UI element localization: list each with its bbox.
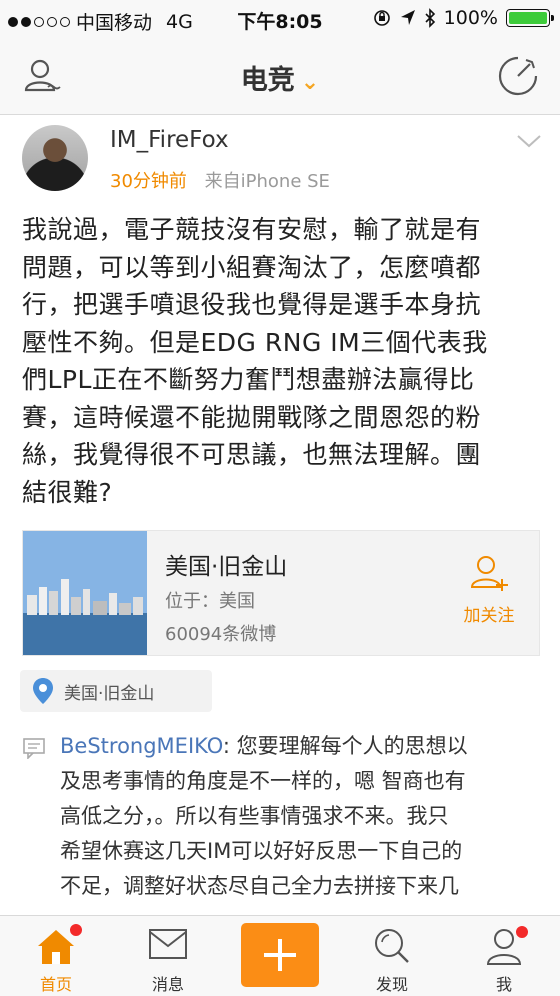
comment: BeStrongMEIKO: 您要理解每个人的思想以 及思考事情的角度是不一样的… bbox=[60, 729, 538, 904]
comment-line: 及思考事情的角度是不一样的，嗯 智商也有 bbox=[60, 769, 466, 793]
comment-line: BeStrongMEIKO: 您要理解每个人的思想以 bbox=[60, 729, 538, 764]
location-photo bbox=[23, 531, 147, 655]
post-body-line: 問題，可以等到小組賽淘汰了，怎麼噴都 bbox=[22, 252, 482, 282]
tab-bar: 首页 消息 发现 我 bbox=[0, 915, 560, 996]
tab-messages[interactable]: 消息 bbox=[112, 916, 224, 996]
post-body-line: 壓性不夠。但是EDG RNG IM三個代表我 bbox=[22, 327, 488, 357]
location-name: 美国·旧金山 bbox=[165, 554, 288, 580]
plus-icon bbox=[264, 939, 296, 971]
add-user-icon bbox=[470, 556, 508, 591]
location-arrow-icon bbox=[400, 10, 415, 25]
comment-line: 不足，调整好状态尽自己全力去拼接下来几 bbox=[60, 874, 459, 898]
tab-me-label: 我 bbox=[495, 975, 512, 994]
location-tag-label: 美国·旧金山 bbox=[64, 683, 155, 704]
follow-button[interactable]: 加关注 bbox=[453, 553, 525, 626]
compose-button[interactable] bbox=[241, 923, 319, 987]
page-title: 电竞 bbox=[240, 65, 295, 96]
post-username[interactable]: IM_FireFox bbox=[110, 127, 229, 153]
weibo-post: IM_FireFox 30分钟前 来自iPhone SE 我說過，電子競技沒有安… bbox=[0, 115, 560, 915]
post-source: 来自iPhone SE bbox=[204, 171, 330, 192]
post-body-line: 絲，我覺得很不可思議，也無法理解。團 bbox=[22, 440, 482, 469]
location-card[interactable]: 美国·旧金山 位于：美国 60094条微博 加关注 bbox=[22, 530, 540, 656]
post-body-line: 們LPL正在不斷努力奮鬥想盡辦法贏得比 bbox=[22, 365, 475, 394]
status-right: 100% bbox=[372, 7, 554, 29]
tab-home[interactable]: 首页 bbox=[0, 916, 112, 996]
comment-author[interactable]: BeStrongMEIKO bbox=[60, 734, 223, 758]
post-body-line: 我說過，電子競技沒有安慰，輸了就是有 bbox=[22, 215, 482, 244]
battery-icon bbox=[506, 9, 554, 27]
nav-bar: 电竞 ⌄ bbox=[0, 38, 560, 115]
notification-badge bbox=[514, 924, 530, 940]
chevron-down-icon[interactable] bbox=[516, 133, 542, 149]
search-icon bbox=[375, 929, 409, 963]
location-tag[interactable]: 美国·旧金山 bbox=[20, 670, 212, 712]
radar-icon[interactable] bbox=[496, 54, 540, 98]
tab-home-label: 首页 bbox=[39, 975, 72, 994]
map-pin-icon bbox=[33, 678, 53, 704]
follow-label: 加关注 bbox=[463, 606, 515, 626]
post-time: 30分钟前 bbox=[110, 171, 187, 192]
tab-messages-label: 消息 bbox=[151, 975, 184, 994]
comment-line: 高低之分，。所以有些事情强求不来。我只 bbox=[60, 804, 449, 828]
avatar[interactable] bbox=[22, 125, 88, 191]
notification-badge bbox=[68, 922, 84, 938]
orientation-lock-icon bbox=[373, 10, 390, 26]
post-body: 我說過，電子競技沒有安慰，輸了就是有 問題，可以等到小組賽淘汰了，怎麼噴都 行，… bbox=[22, 211, 532, 511]
channel-selector[interactable]: 电竞 ⌄ bbox=[0, 58, 560, 97]
bluetooth-icon bbox=[425, 8, 435, 28]
post-body-line: 賽，這時候還不能拋開戰隊之間恩怨的粉 bbox=[22, 402, 482, 432]
comment-text: : 您要理解每个人的思想以 bbox=[222, 734, 468, 758]
mail-icon bbox=[149, 929, 187, 959]
tab-me[interactable]: 我 bbox=[448, 916, 560, 996]
post-body-line: 結很難? bbox=[22, 477, 113, 507]
post-meta: 30分钟前 来自iPhone SE bbox=[110, 167, 330, 193]
battery-percent: 100% bbox=[443, 7, 498, 29]
location-country: 位于：美国 bbox=[165, 591, 255, 612]
tab-discover-label: 发现 bbox=[375, 975, 408, 994]
comment-line: 希望休赛这几天IM可以好好反思一下自己的 bbox=[60, 839, 463, 863]
tab-discover[interactable]: 发现 bbox=[336, 916, 448, 996]
chevron-down-icon: ⌄ bbox=[300, 70, 320, 95]
skyline-image bbox=[23, 531, 147, 655]
location-post-count: 60094条微博 bbox=[165, 624, 277, 645]
status-bar: 中国移动 4G 下午8:05 100% bbox=[0, 0, 560, 38]
comment-icon bbox=[23, 738, 45, 759]
post-body-line: 行，把選手噴退役我也覺得是選手本身抗 bbox=[22, 290, 482, 319]
